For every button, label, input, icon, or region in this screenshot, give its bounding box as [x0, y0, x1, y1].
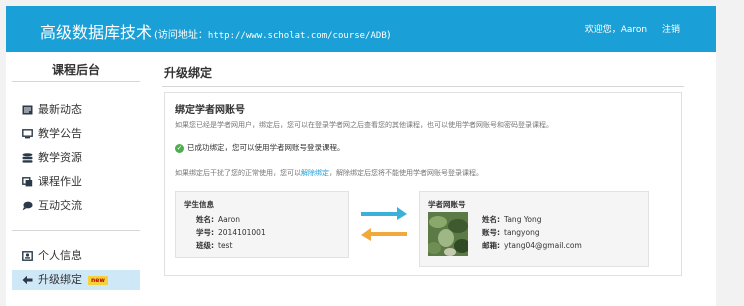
course-subtitle: (访问地址：http://www.scholat.com/course/ADB): [154, 30, 391, 41]
database-icon: [22, 153, 33, 163]
scholat-account-panel: 学者网账号 姓名: Tang Yong 账号: tangyong 邮箱: ytang0…: [419, 191, 649, 267]
sidebar-item-label: 最新动态: [38, 103, 82, 116]
unbind-hint: 如果绑定后干扰了您的正常使用，您可以解除绑定，解除绑定后您将不能使用学者网账号登…: [175, 168, 483, 178]
welcome-text: 欢迎您，Aaron: [584, 25, 648, 35]
scholat-account-label: 账号:: [482, 228, 500, 237]
student-info-panel: 学生信息 姓名: Aaron 学号: 2014101001 班级: test: [175, 191, 349, 258]
unbind-suffix: ，解除绑定后您将不能使用学者网账号登录课程。: [329, 169, 483, 177]
sidebar-item-resources[interactable]: 教学资源: [12, 148, 140, 168]
success-message: ✓ 已成功绑定，您可以使用学者网账号登录课程。: [175, 142, 345, 153]
sidebar-title: 课程后台: [12, 58, 140, 82]
binding-card: 绑定学者网账号 如果您已经是学者网用户，绑定后，您可以在登录学者网之后查看您的其…: [164, 92, 682, 276]
student-name: 姓名: Aaron: [196, 214, 240, 225]
page-body: 课程后台 最新动态 教学公告 教学资源 课程作业 互动交流 个人信息 升级绑定 …: [6, 52, 716, 306]
student-class-value: test: [218, 241, 233, 250]
news-icon: [22, 105, 33, 115]
subtitle-suffix: ): [386, 30, 391, 41]
arrow-right-icon: [361, 207, 407, 220]
scholat-account: 账号: tangyong: [482, 227, 540, 238]
sidebar-item-homework[interactable]: 课程作业: [12, 172, 140, 192]
sidebar-item-label: 课程作业: [38, 175, 82, 188]
sidebar-item-upgrade-binding[interactable]: 升级绑定 new: [12, 270, 140, 290]
sidebar-item-label: 教学公告: [38, 127, 82, 140]
scholat-email: 邮箱: ytang04@gmail.com: [482, 240, 582, 251]
scholat-account-value: tangyong: [504, 228, 540, 237]
title-divider: [162, 86, 684, 87]
student-name-label: 姓名:: [196, 215, 214, 224]
success-text: 已成功绑定，您可以使用学者网账号登录课程。: [187, 143, 345, 152]
sidebar-item-label: 互动交流: [38, 199, 82, 212]
scholat-email-value: ytang04@gmail.com: [504, 241, 582, 250]
binding-description: 如果您已经是学者网用户，绑定后，您可以在登录学者网之后查看您的其他课程，也可以使…: [175, 121, 553, 129]
arrow-left-icon: [361, 228, 407, 241]
user-area: 欢迎您，Aaron 注销: [585, 22, 680, 35]
top-header: 高级数据库技术 (访问地址：http://www.scholat.com/cour…: [6, 6, 716, 52]
sidebar-divider: [12, 230, 140, 231]
unbind-prefix: 如果绑定后干扰了您的正常使用，您可以: [175, 169, 301, 177]
student-class: 班级: test: [196, 240, 232, 251]
scholat-account-title: 学者网账号: [428, 200, 466, 209]
scholat-name: 姓名: Tang Yong: [482, 214, 542, 225]
chat-icon: [22, 201, 33, 211]
sync-arrows-icon: [361, 207, 407, 241]
avatar: [428, 212, 468, 256]
copy-icon: [22, 177, 33, 187]
new-badge: new: [88, 275, 108, 285]
course-brand: 高级数据库技术 (访问地址：http://www.scholat.com/cour…: [40, 19, 391, 43]
sidebar-item-label: 个人信息: [38, 249, 82, 262]
scholat-email-label: 邮箱:: [482, 241, 500, 250]
scholat-name-label: 姓名:: [482, 215, 500, 224]
sidebar-item-announcements[interactable]: 教学公告: [12, 124, 140, 144]
sidebar-item-profile[interactable]: 个人信息: [12, 246, 140, 266]
student-id: 学号: 2014101001: [196, 227, 266, 238]
sidebar-item-label: 教学资源: [38, 151, 82, 164]
page-title: 升级绑定: [164, 66, 213, 80]
sidebar-item-discussion[interactable]: 互动交流: [12, 196, 140, 216]
student-id-value: 2014101001: [218, 228, 266, 237]
sidebar-item-news[interactable]: 最新动态: [12, 100, 140, 120]
student-name-value: Aaron: [218, 215, 240, 224]
announcement-icon: [22, 129, 33, 139]
student-class-label: 班级:: [196, 241, 214, 250]
sidebar: 课程后台 最新动态 教学公告 教学资源 课程作业 互动交流 个人信息 升级绑定 …: [6, 52, 146, 306]
arrow-left-icon: [22, 275, 33, 285]
course-title: 高级数据库技术: [40, 23, 153, 42]
card-title: 绑定学者网账号: [175, 105, 245, 116]
course-url: http://www.scholat.com/course/ADB: [207, 31, 387, 41]
unbind-link[interactable]: 解除绑定: [301, 169, 329, 177]
check-circle-icon: ✓: [175, 143, 184, 153]
sidebar-item-label: 升级绑定: [38, 273, 82, 286]
student-id-label: 学号:: [196, 228, 214, 237]
scholat-name-value: Tang Yong: [504, 215, 542, 224]
logout-link[interactable]: 注销: [662, 25, 680, 35]
student-info-title: 学生信息: [184, 200, 214, 209]
id-card-icon: [22, 251, 33, 261]
subtitle-prefix: (访问地址：: [154, 30, 208, 41]
